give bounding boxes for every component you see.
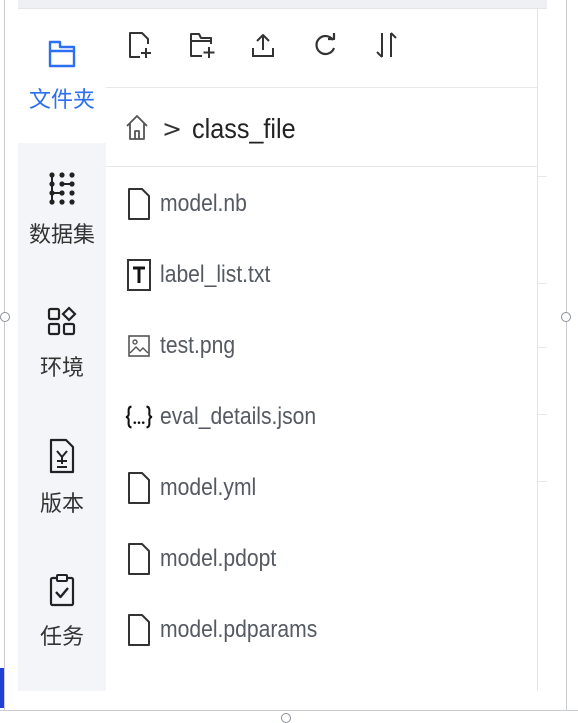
sidebar-item-dataset[interactable]: 数据集 <box>18 143 106 277</box>
home-icon[interactable] <box>124 113 150 145</box>
sidebar-item-label: 文件夹 <box>28 88 95 113</box>
file-name: model.pdparams <box>160 616 318 643</box>
new-folder-icon <box>188 30 216 64</box>
image-file-icon <box>124 326 154 366</box>
clipboard-check-icon <box>48 573 76 607</box>
sort-button[interactable] <box>371 31 403 63</box>
json-file-icon <box>124 397 154 437</box>
text-file-icon <box>124 255 154 295</box>
pane-divider <box>538 481 547 482</box>
breadcrumb-divider <box>106 166 537 167</box>
window-top-strip <box>18 0 547 8</box>
list-item[interactable]: model.pdparams <box>124 608 524 652</box>
resize-handle-bottom[interactable] <box>281 713 291 723</box>
sidebar: 文件夹 数据集 环境 版本 任务 <box>18 9 106 691</box>
new-file-button[interactable] <box>124 31 156 63</box>
refresh-icon <box>312 31 338 63</box>
pane-divider <box>538 283 547 284</box>
upload-icon <box>250 31 276 63</box>
left-edge-marker <box>0 668 4 708</box>
list-item[interactable]: model.nb <box>124 182 524 226</box>
version-doc-icon <box>48 438 76 474</box>
file-browser-panel: > class_file model.nb label_list.txt tes… <box>106 9 538 691</box>
selection-frame-bottom <box>0 710 578 711</box>
sidebar-item-task[interactable]: 任务 <box>18 545 106 679</box>
new-file-icon <box>127 30 153 64</box>
new-folder-button[interactable] <box>186 31 218 63</box>
pane-divider <box>538 414 547 415</box>
file-name: test.png <box>160 332 236 359</box>
breadcrumb: > class_file <box>124 107 307 151</box>
toolbar-divider <box>106 87 537 88</box>
selection-frame-right <box>566 0 567 710</box>
sidebar-item-label: 数据集 <box>28 223 95 248</box>
apps-icon <box>47 306 77 338</box>
file-icon <box>124 184 154 224</box>
file-name: model.nb <box>160 190 247 217</box>
adjacent-pane-edge <box>538 9 547 691</box>
sidebar-item-version[interactable]: 版本 <box>18 411 106 545</box>
list-item[interactable]: label_list.txt <box>124 253 524 297</box>
file-icon <box>124 468 154 508</box>
pane-divider <box>538 176 547 177</box>
sidebar-item-folder[interactable]: 文件夹 <box>18 9 106 143</box>
sidebar-item-label: 环境 <box>39 356 84 381</box>
breadcrumb-current-folder[interactable]: class_file <box>192 113 296 145</box>
selection-frame-left <box>4 0 5 710</box>
file-icon <box>124 539 154 579</box>
list-item[interactable]: test.png <box>124 324 524 368</box>
sidebar-item-label: 版本 <box>39 492 84 517</box>
refresh-button[interactable] <box>309 31 341 63</box>
file-icon <box>124 610 154 650</box>
dataset-grid-icon <box>47 171 77 205</box>
file-name: label_list.txt <box>160 261 271 288</box>
sort-icon <box>374 30 400 64</box>
file-name: eval_details.json <box>160 403 317 430</box>
list-item[interactable]: eval_details.json <box>124 395 524 439</box>
sidebar-item-environment[interactable]: 环境 <box>18 277 106 411</box>
file-name: model.pdopt <box>160 545 277 572</box>
breadcrumb-separator: > <box>162 115 183 143</box>
pane-divider <box>538 347 547 348</box>
file-toolbar <box>106 9 537 87</box>
file-name: model.yml <box>160 474 257 501</box>
list-item[interactable]: model.yml <box>124 466 524 510</box>
upload-button[interactable] <box>247 31 279 63</box>
resize-handle-left[interactable] <box>0 312 10 322</box>
list-item[interactable]: model.pdopt <box>124 537 524 581</box>
sidebar-item-label: 任务 <box>39 625 84 650</box>
resize-handle-right[interactable] <box>561 312 571 322</box>
folder-icon <box>47 38 77 70</box>
